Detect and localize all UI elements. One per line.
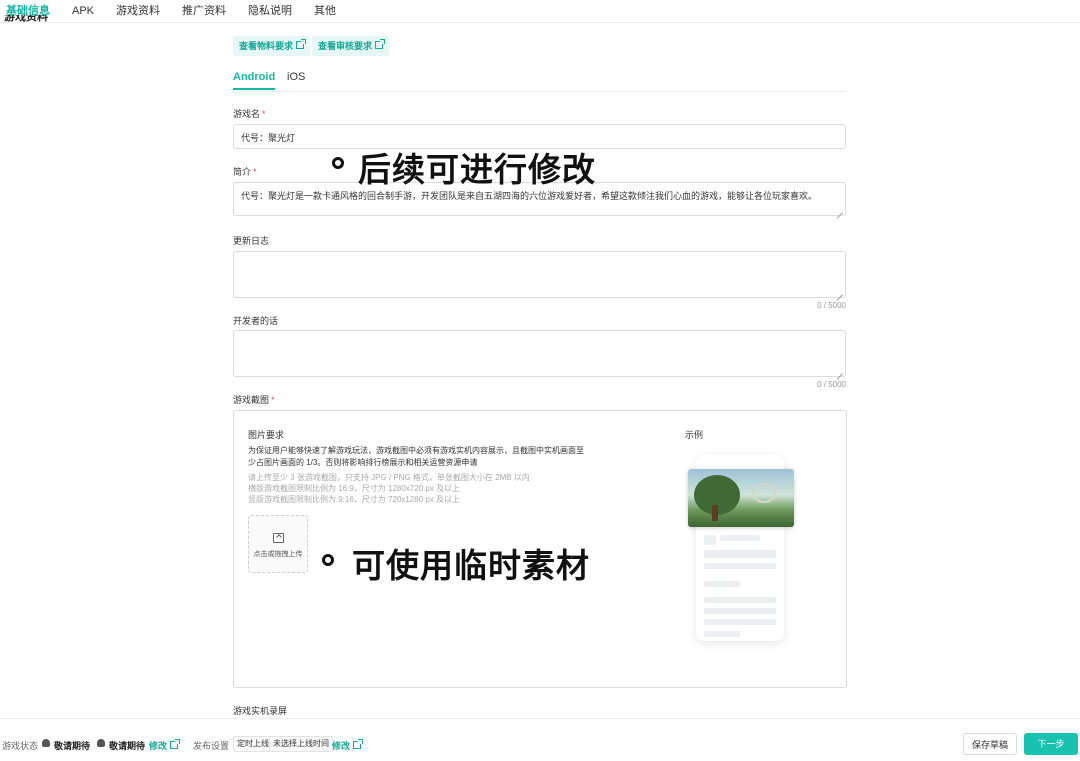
external-link-icon	[170, 739, 181, 749]
status-label: 游戏状态	[2, 741, 39, 751]
upload-icon	[273, 533, 284, 543]
nav-tab-promotion[interactable]: 推广资料	[174, 0, 234, 22]
ios-status: 敬请期待	[109, 741, 146, 751]
annotation-bullet-icon	[332, 157, 344, 169]
nav-tab-other[interactable]: 其他	[306, 0, 344, 22]
image-note-3: 竖版游戏截图限制比例为 9:16，尺寸为 720x1280 px 及以上	[248, 495, 461, 504]
resize-handle-icon[interactable]	[837, 368, 843, 374]
next-step-button[interactable]: 下一步	[1024, 733, 1078, 755]
material-requirements-link[interactable]: 查看物料要求	[233, 36, 311, 56]
platform-tabs: Android iOS	[233, 66, 845, 92]
example-game-screenshot	[688, 469, 794, 527]
image-note-2: 横版游戏截图限制比例为 16:9，尺寸为 1280x720 px 及以上	[248, 484, 461, 493]
resize-handle-icon[interactable]	[837, 289, 843, 295]
android-icon	[42, 739, 50, 747]
review-requirements-link[interactable]: 查看审核要求	[312, 36, 390, 56]
changelog-counter: 0 / 5000	[817, 301, 846, 310]
top-nav: 基础信息 APK 游戏资料 推广资料 隐私说明 其他	[0, 0, 1080, 23]
nav-tab-privacy[interactable]: 隐私说明	[240, 0, 300, 22]
publish-tag-no-time: 未选择上线时间	[269, 736, 333, 752]
changelog-label: 更新日志	[233, 236, 270, 246]
nav-tab-game-materials[interactable]: 游戏资料	[108, 0, 168, 22]
external-link-icon	[375, 39, 386, 49]
image-note-1: 请上传至少 3 张游戏截图，只支持 JPG / PNG 格式，单张截图大小在 2…	[248, 473, 530, 482]
nav-tab-apk[interactable]: APK	[64, 0, 102, 22]
resize-handle-icon[interactable]	[837, 207, 843, 213]
screenshots-label: 游戏截图 *	[233, 395, 275, 405]
apple-icon	[97, 739, 105, 747]
section-heading: 游戏资料	[4, 15, 48, 23]
intro-label: 简介 *	[233, 167, 257, 177]
image-requirements-desc: 为保证用户能够快速了解游戏玩法，游戏截图中必须有游戏实机内容展示，且截图中实机画…	[248, 446, 584, 467]
video-label: 游戏实机录屏	[233, 706, 288, 716]
example-label: 示例	[685, 430, 704, 440]
publish-tag-scheduled: 定时上线	[233, 736, 273, 752]
tab-ios[interactable]: iOS	[287, 71, 305, 83]
publish-settings-label: 发布设置	[193, 741, 230, 751]
dev-words-label: 开发者的话	[233, 316, 279, 326]
upload-dropzone[interactable]: 点击或拖拽上传	[248, 515, 308, 573]
example-phone-mockup	[688, 455, 794, 641]
dev-words-textarea[interactable]	[233, 330, 846, 377]
game-name-label: 游戏名 *	[233, 109, 266, 119]
edit-publish-link[interactable]: 修改	[332, 739, 364, 752]
edit-status-link[interactable]: 修改	[149, 739, 181, 752]
image-requirements-title: 图片要求	[248, 430, 285, 440]
tab-android[interactable]: Android	[233, 71, 276, 90]
external-link-icon	[353, 739, 364, 749]
bottom-action-bar: 游戏状态 敬请期待 敬请期待 修改 发布设置 定时上线 未选择上线时间 修改 保…	[0, 718, 1080, 761]
save-draft-button[interactable]: 保存草稿	[963, 733, 1017, 755]
changelog-textarea[interactable]	[233, 251, 846, 298]
annotation-bullet-icon	[322, 554, 334, 566]
annotation-temporary-materials: 可使用临时素材	[352, 546, 590, 585]
android-status: 敬请期待	[54, 741, 91, 751]
dev-words-counter: 0 / 5000	[817, 380, 846, 389]
annotation-modifiable-later: 后续可进行修改	[358, 150, 596, 189]
external-link-icon	[296, 39, 307, 49]
